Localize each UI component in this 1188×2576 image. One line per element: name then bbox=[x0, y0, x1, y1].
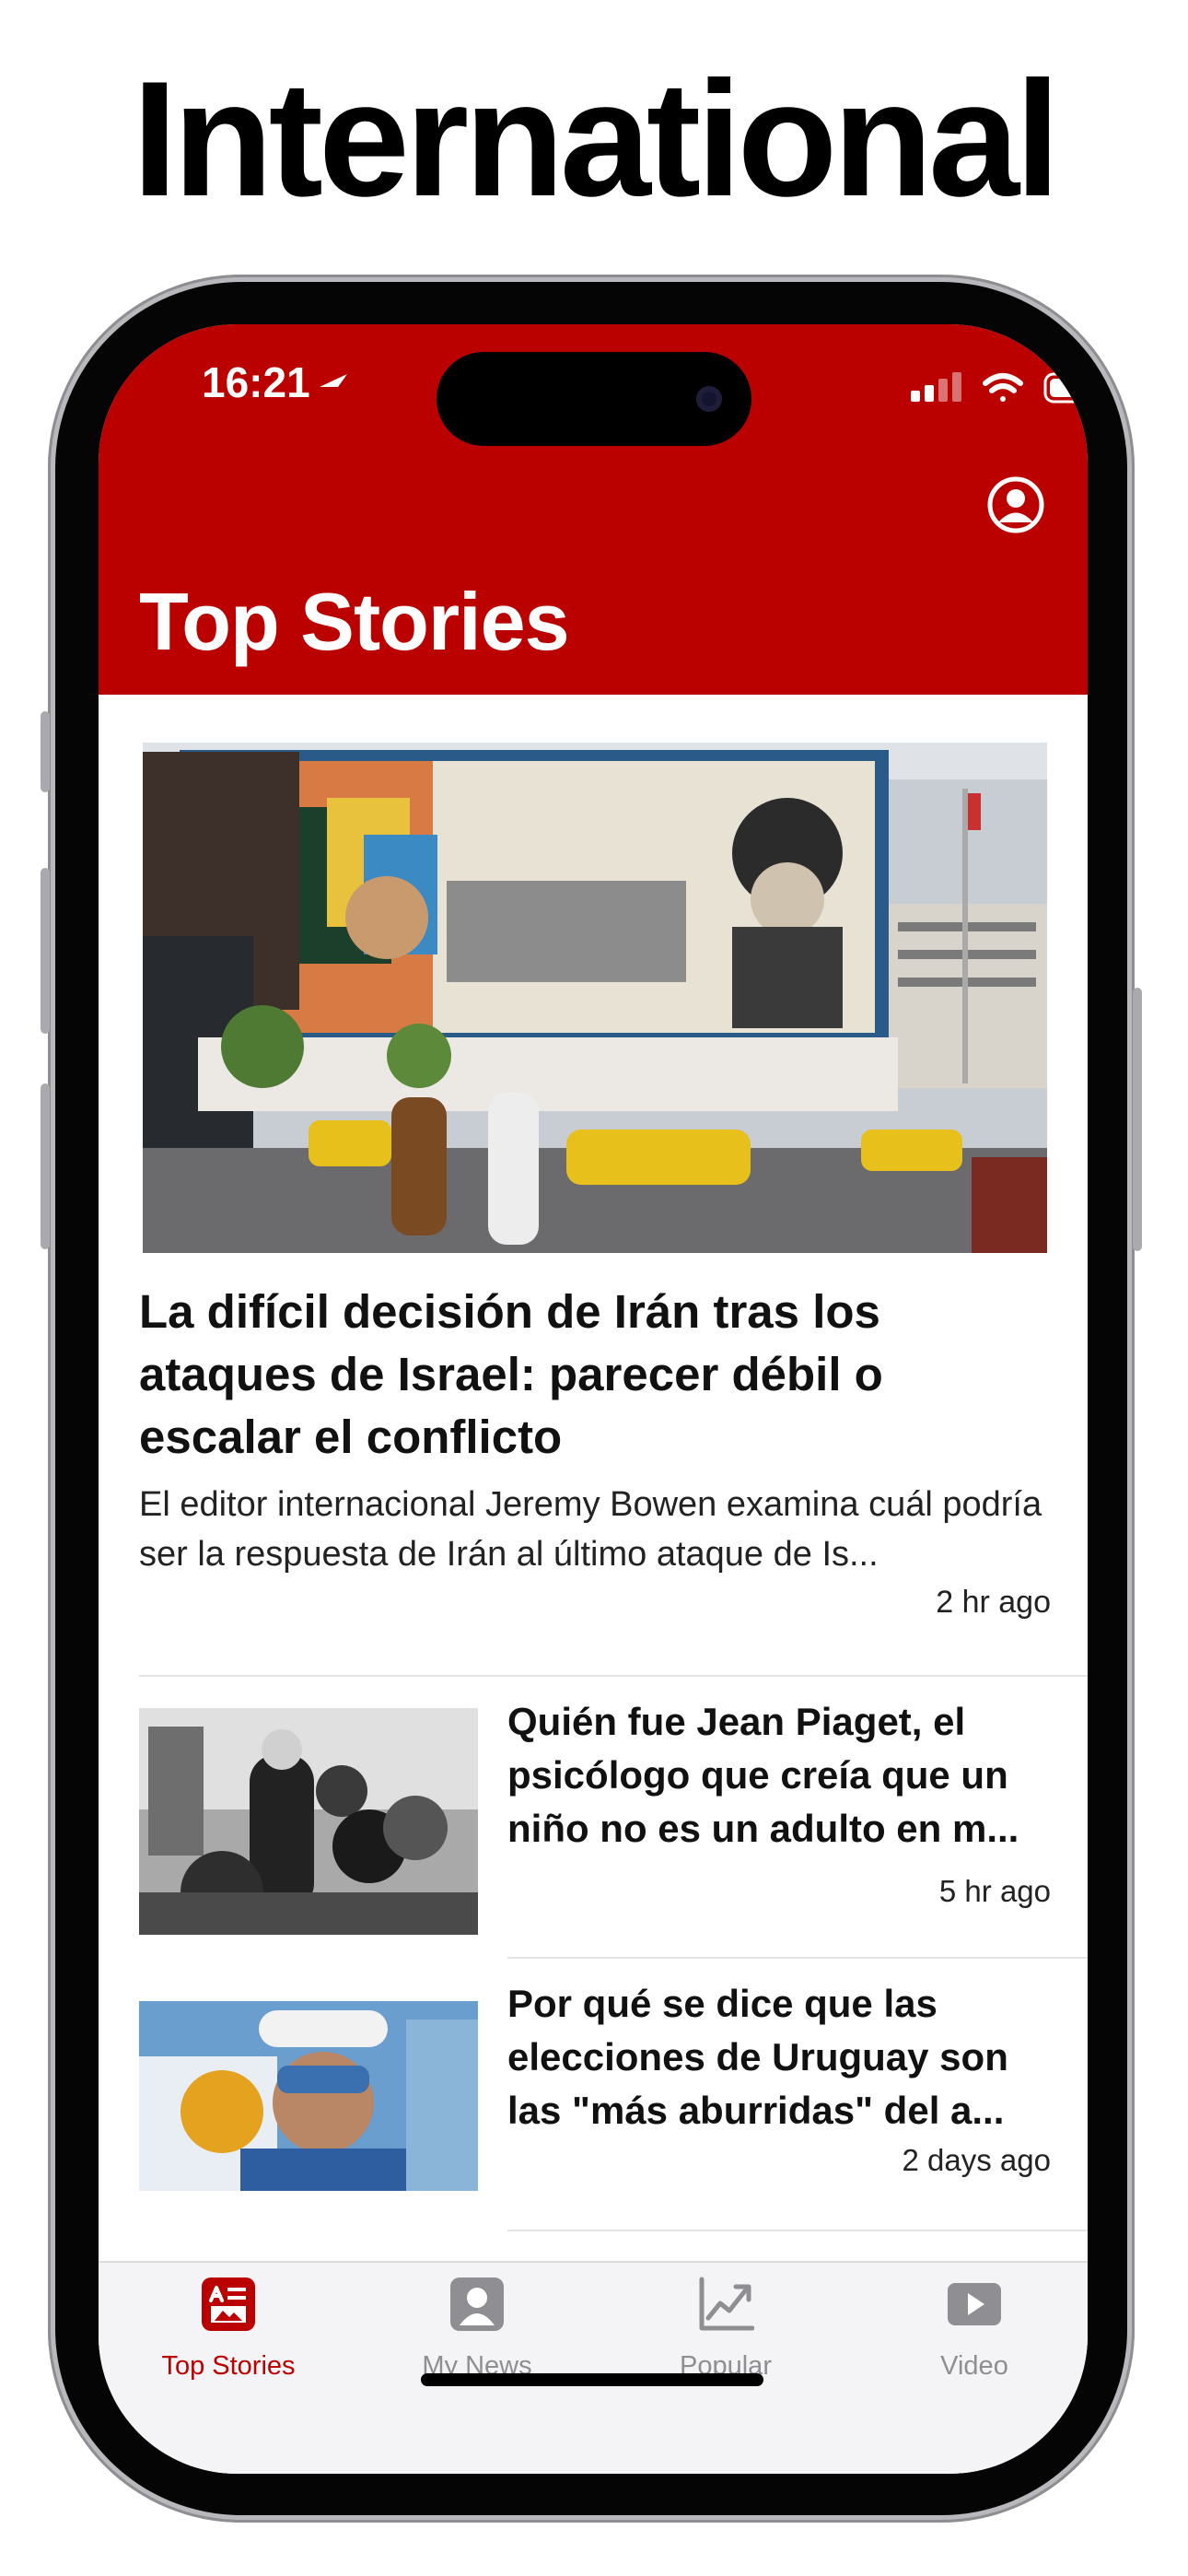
page-title: Top Stories bbox=[139, 576, 570, 667]
video-play-icon bbox=[948, 2283, 1001, 2325]
divider bbox=[139, 1675, 1088, 1677]
hero-story-timestamp: 2 hr ago bbox=[936, 1585, 1051, 1620]
power-button bbox=[1133, 988, 1142, 1251]
hero-story-title[interactable]: La difícil decisión de Irán tras los ata… bbox=[139, 1281, 1051, 1469]
banner-title: International bbox=[132, 47, 1060, 230]
divider bbox=[507, 2230, 1088, 2231]
volume-down-button bbox=[41, 1083, 50, 1249]
front-camera bbox=[696, 386, 722, 412]
story-title[interactable]: Por qué se dice que las elecciones de Ur… bbox=[507, 1977, 1051, 2137]
action-button bbox=[41, 711, 50, 792]
location-arrow-icon bbox=[320, 374, 347, 387]
phone-screen: 16:21 Top Stories La difícil decisión de… bbox=[99, 324, 1088, 2474]
profile-icon[interactable] bbox=[986, 475, 1045, 534]
tab-top-stories[interactable]: Top Stories bbox=[104, 2276, 353, 2405]
top-stories-icon bbox=[202, 2277, 255, 2331]
story-image[interactable] bbox=[139, 2001, 478, 2191]
status-icons bbox=[911, 372, 1084, 404]
hero-story-image[interactable] bbox=[143, 743, 1047, 1253]
wifi-icon bbox=[983, 373, 1023, 402]
story-image[interactable] bbox=[139, 1708, 478, 1935]
home-indicator[interactable] bbox=[421, 2373, 763, 2386]
hero-story-summary: El editor internacional Jeremy Bowen exa… bbox=[139, 1485, 1042, 1574]
tab-bar: Top Stories My News Popular Video bbox=[99, 2261, 1088, 2474]
status-time: 16:21 bbox=[202, 358, 310, 406]
cellular-signal-icon bbox=[911, 372, 961, 402]
volume-up-button bbox=[41, 868, 50, 1034]
battery-icon bbox=[1043, 372, 1084, 404]
tab-label: Video bbox=[940, 2351, 1008, 2381]
tab-video[interactable]: Video bbox=[850, 2276, 1088, 2405]
story-timestamp: 2 days ago bbox=[902, 2143, 1051, 2177]
story-title[interactable]: Quién fue Jean Piaget, el psicólogo que … bbox=[507, 1695, 1051, 1856]
app-header: 16:21 Top Stories bbox=[99, 324, 1088, 695]
dynamic-island bbox=[437, 352, 751, 446]
tab-label: Top Stories bbox=[161, 2351, 296, 2381]
story-timestamp: 5 hr ago bbox=[938, 1874, 1051, 1908]
popular-chart-icon bbox=[699, 2277, 754, 2331]
divider bbox=[507, 1957, 1088, 1959]
my-news-icon bbox=[450, 2277, 504, 2331]
